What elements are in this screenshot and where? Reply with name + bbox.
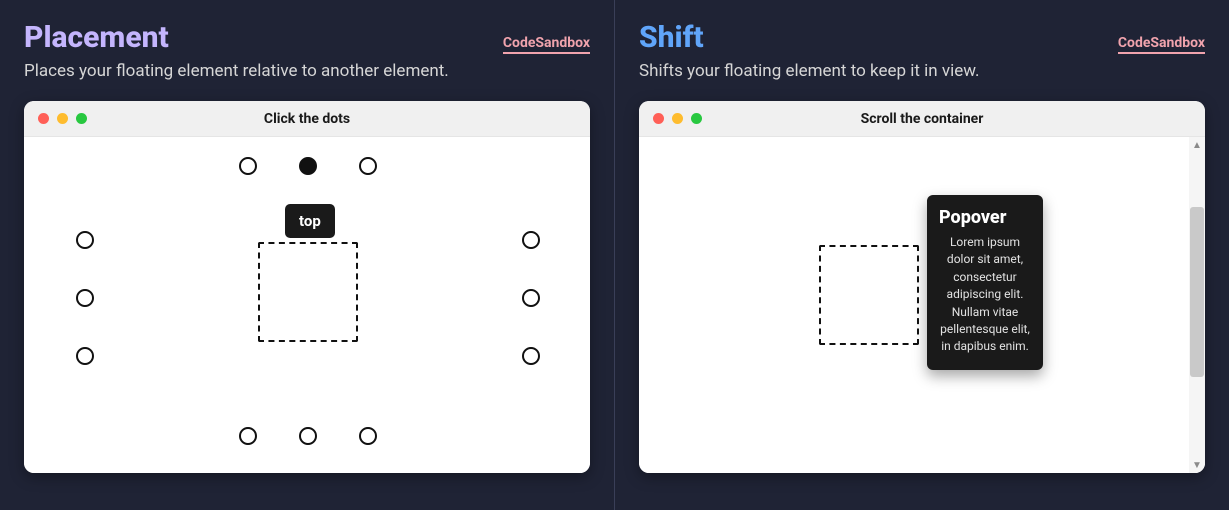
placement-header: Placement CodeSandbox (24, 20, 590, 55)
placement-dot-right-end[interactable] (522, 347, 540, 365)
placement-codesandbox-link[interactable]: CodeSandbox (503, 35, 590, 54)
shift-codesandbox-link[interactable]: CodeSandbox (1118, 35, 1205, 54)
scrollbar-arrow-down-icon[interactable]: ▼ (1189, 457, 1205, 473)
shift-scrollbar-track[interactable]: ▲ ▼ (1189, 137, 1205, 473)
placement-dot-left[interactable] (76, 289, 94, 307)
placement-window-titlebar: Click the dots (24, 101, 590, 137)
traffic-light-zoom-icon (76, 113, 87, 124)
shift-title: Shift (639, 20, 704, 55)
traffic-light-minimize-icon (672, 113, 683, 124)
shift-header: Shift CodeSandbox (639, 20, 1205, 55)
placement-dot-top[interactable] (299, 157, 317, 175)
shift-window-titlebar: Scroll the container (639, 101, 1205, 137)
placement-dot-right-start[interactable] (522, 231, 540, 249)
placement-tooltip-label: top (299, 212, 321, 230)
shift-panel: Shift CodeSandbox Shifts your floating e… (615, 0, 1229, 510)
shift-popover: Popover Lorem ipsum dolor sit amet, cons… (927, 195, 1043, 370)
shift-reference-box (819, 245, 919, 345)
placement-dot-top-end[interactable] (359, 157, 377, 175)
placement-dot-bottom-start[interactable] (239, 427, 257, 445)
placement-panel: Placement CodeSandbox Places your floati… (0, 0, 615, 510)
placement-reference-box (258, 242, 358, 342)
shift-window-title: Scroll the container (861, 111, 984, 127)
popover-body: Lorem ipsum dolor sit amet, consectetur … (939, 234, 1031, 356)
placement-demo-window: Click the dots top (24, 101, 590, 473)
placement-dot-bottom[interactable] (299, 427, 317, 445)
traffic-light-close-icon (38, 113, 49, 124)
traffic-light-minimize-icon (57, 113, 68, 124)
shift-scrollbar-thumb[interactable] (1190, 207, 1204, 377)
placement-title: Placement (24, 20, 169, 55)
window-traffic-lights (38, 113, 87, 124)
placement-dot-right[interactable] (522, 289, 540, 307)
window-traffic-lights (653, 113, 702, 124)
placement-window-title: Click the dots (264, 111, 350, 127)
shift-demo-body[interactable]: Popover Lorem ipsum dolor sit amet, cons… (639, 137, 1205, 473)
traffic-light-zoom-icon (691, 113, 702, 124)
shift-subtitle: Shifts your floating element to keep it … (639, 61, 1205, 81)
placement-dot-top-start[interactable] (239, 157, 257, 175)
placement-demo-body: top (24, 137, 590, 473)
popover-title: Popover (939, 207, 1031, 228)
placement-tooltip: top (285, 204, 335, 238)
shift-demo-window: Scroll the container Popover Lorem ipsum… (639, 101, 1205, 473)
placement-subtitle: Places your floating element relative to… (24, 61, 590, 81)
placement-dot-bottom-end[interactable] (359, 427, 377, 445)
traffic-light-close-icon (653, 113, 664, 124)
scrollbar-arrow-up-icon[interactable]: ▲ (1189, 137, 1205, 153)
placement-dot-left-start[interactable] (76, 231, 94, 249)
placement-dot-left-end[interactable] (76, 347, 94, 365)
